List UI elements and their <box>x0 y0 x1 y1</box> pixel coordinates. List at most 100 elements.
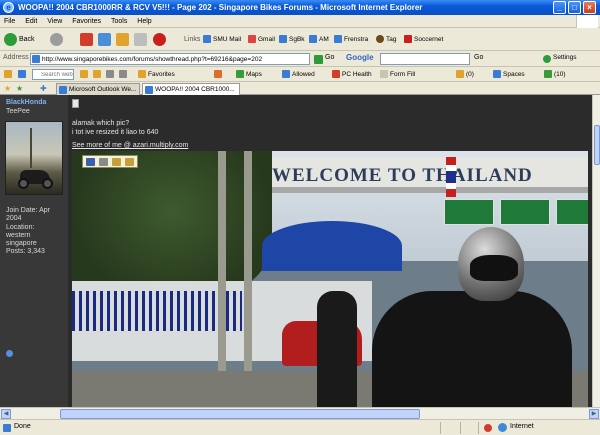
post-line-2: i tot ive resized it liao to 640 <box>72 129 159 136</box>
title-bar: e WOOPA!! 2004 CBR1000RR & RCV V5!!! - P… <box>0 0 600 15</box>
back-button[interactable]: Back <box>4 32 35 48</box>
mail-icon[interactable] <box>112 158 121 166</box>
link-frenstra[interactable]: Frenstra <box>334 34 368 46</box>
maps-button[interactable]: Maps <box>236 69 262 80</box>
stop-icon <box>80 32 93 46</box>
signature-link[interactable]: See more of me @ azari.multiply.com <box>72 141 188 150</box>
print-button[interactable] <box>134 32 149 48</box>
form-fill-button[interactable]: Form Fill <box>380 69 415 80</box>
print-icon[interactable] <box>99 158 108 166</box>
stop-button[interactable] <box>80 32 95 48</box>
spaces-button[interactable]: Spaces <box>493 69 525 80</box>
vertical-scroll-thumb[interactable] <box>594 125 600 165</box>
menu-file[interactable]: File <box>0 15 19 28</box>
horizontal-scroll-thumb[interactable] <box>60 409 420 419</box>
link-sgbk[interactable]: SgBk <box>279 34 305 46</box>
mcafee-button[interactable] <box>153 32 168 48</box>
minimize-button[interactable]: _ <box>553 1 566 14</box>
menu-help[interactable]: Help <box>133 15 155 28</box>
page-content: BlackHonda TeePee Join Date: Apr 2004 Lo… <box>0 95 592 407</box>
status-divider <box>440 422 441 434</box>
post-count: Posts: 3,343 <box>6 248 45 255</box>
mcafee-icon <box>153 32 166 46</box>
link-soccernet[interactable]: Soccernet <box>404 34 443 46</box>
favorites-star-icon[interactable]: ★ <box>4 84 11 93</box>
location-line1: western <box>6 232 31 239</box>
search-web-input[interactable] <box>32 69 74 80</box>
print-icon <box>134 32 147 46</box>
location-line2: singapore <box>6 240 37 247</box>
messenger-count[interactable]: (10) <box>544 69 566 80</box>
photo-person <box>317 291 357 407</box>
mail-count[interactable]: (0) <box>456 69 474 80</box>
spaces-icon <box>493 70 501 79</box>
google-search-input[interactable] <box>380 53 470 65</box>
msn-butterfly-icon[interactable] <box>214 69 224 80</box>
status-bar: Done Internet <box>0 419 600 435</box>
links-label: Links <box>184 36 201 43</box>
image-toolbar <box>82 155 138 168</box>
search-go-icon[interactable] <box>80 69 90 80</box>
health-icon <box>332 70 340 79</box>
link-smu-mail[interactable]: SMU Mail <box>203 34 241 46</box>
close-button[interactable]: × <box>583 1 596 14</box>
scroll-left-arrow-icon[interactable]: ◀ <box>1 409 11 419</box>
tab-list-icon[interactable]: ✚ <box>40 84 47 93</box>
google-go-button[interactable]: Go <box>474 54 483 61</box>
menu-tools[interactable]: Tools <box>107 15 131 28</box>
menu-bar: File Edit View Favorites Tools Help <box>0 15 600 28</box>
avatar <box>5 121 63 195</box>
browser-window: e WOOPA!! 2004 CBR1000RR & RCV V5!!! - P… <box>0 0 600 435</box>
address-input[interactable] <box>30 53 310 65</box>
location-label: Location: <box>6 224 35 231</box>
refresh-button[interactable] <box>98 32 113 48</box>
shield-icon <box>282 70 290 79</box>
folder-icon[interactable] <box>125 158 134 166</box>
link-tag[interactable]: Tag <box>376 34 396 46</box>
soccernet-icon <box>404 35 412 44</box>
thai-flag <box>446 157 456 197</box>
window-title: WOOPA!! 2004 CBR1000RR & RCV V5!!! - Pag… <box>18 3 423 12</box>
horizontal-scrollbar[interactable]: ◀ ▶ <box>0 407 600 419</box>
star-icon[interactable] <box>4 69 14 80</box>
join-date: Join Date: Apr <box>6 207 50 214</box>
security-zone: Internet <box>510 423 534 430</box>
pin-icon[interactable] <box>106 69 116 80</box>
popup-allowed-button[interactable]: Allowed <box>282 69 315 80</box>
tab-forum[interactable]: WOOPA!! 2004 CBR1000... <box>142 83 240 95</box>
messenger-icon <box>544 70 552 79</box>
user-title: TeePee <box>6 108 30 115</box>
road-sign <box>556 199 588 225</box>
scroll-right-arrow-icon[interactable]: ▶ <box>589 409 599 419</box>
link-gmail[interactable]: Gmail <box>248 34 275 46</box>
ship-mast <box>30 128 32 168</box>
form-icon <box>380 70 388 79</box>
gear-icon[interactable] <box>119 69 129 80</box>
menu-view[interactable]: View <box>43 15 66 28</box>
back-arrow-icon <box>4 32 17 46</box>
tab-outlook[interactable]: Microsoft Outlook We... <box>56 83 140 95</box>
home-button[interactable] <box>116 32 131 48</box>
photo-pole <box>244 151 252 407</box>
settings-button[interactable]: Settings <box>553 54 577 61</box>
go-button[interactable]: Go <box>325 54 334 61</box>
page-icon <box>334 35 342 44</box>
pc-health-button[interactable]: PC Health <box>332 69 372 80</box>
save-icon[interactable] <box>86 158 95 166</box>
popup-blocker-icon[interactable] <box>484 424 492 432</box>
vertical-scrollbar[interactable] <box>592 95 600 407</box>
go-arrow-icon[interactable] <box>314 55 323 64</box>
page-icon <box>309 35 317 44</box>
menu-edit[interactable]: Edit <box>21 15 41 28</box>
username-link[interactable]: BlackHonda <box>6 99 46 106</box>
forward-button[interactable] <box>50 32 65 48</box>
msn-icon[interactable] <box>18 69 28 80</box>
link-am[interactable]: AM <box>309 34 329 46</box>
menu-favorites[interactable]: Favorites <box>68 15 105 28</box>
maximize-button[interactable]: □ <box>568 1 581 14</box>
favorites-button[interactable]: Favorites <box>138 69 175 80</box>
post-photo: WELCOME TO THAILAND <box>72 151 588 407</box>
home-small-icon[interactable] <box>93 69 103 80</box>
add-favorite-icon[interactable]: ★ <box>16 84 23 93</box>
address-label: Address <box>3 54 29 61</box>
